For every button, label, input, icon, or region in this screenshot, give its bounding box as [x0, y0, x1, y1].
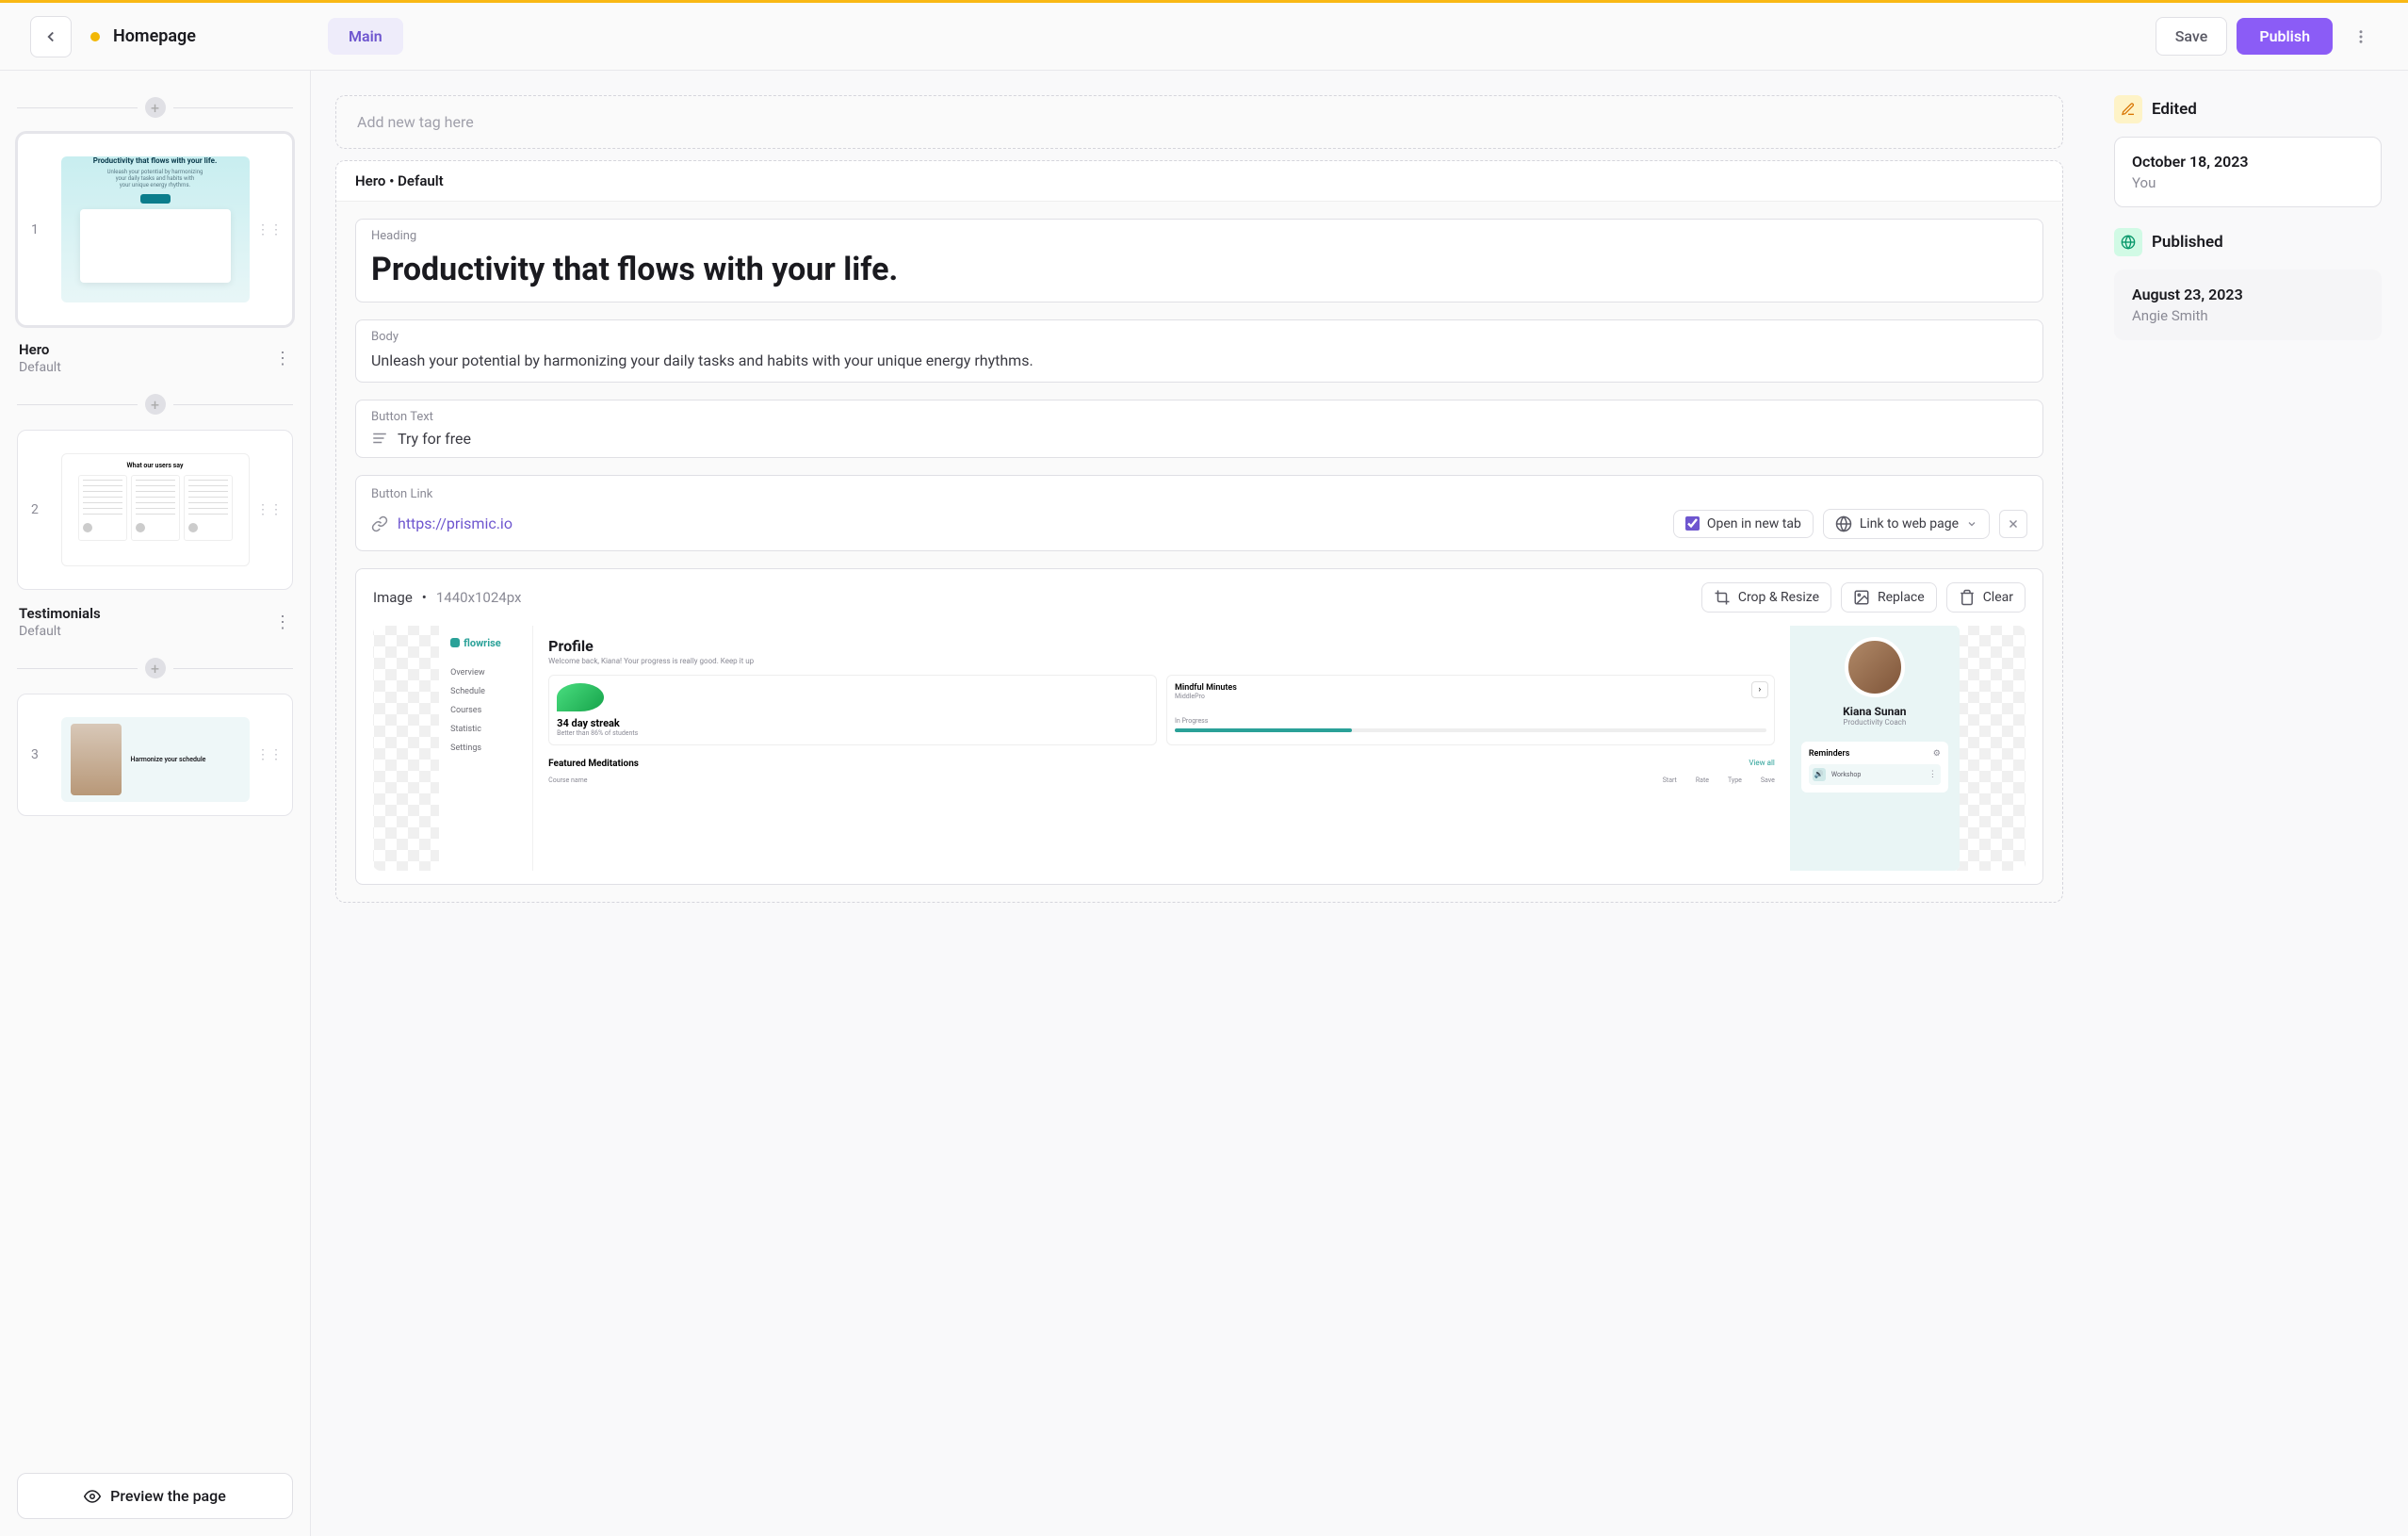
crop-resize-button[interactable]: Crop & Resize	[1701, 582, 1831, 613]
trash-icon	[1959, 589, 1976, 606]
slice-variation: Default	[19, 624, 101, 639]
header-menu-button[interactable]	[2344, 20, 2378, 54]
image-label: Image	[373, 589, 413, 606]
status-dot-edited	[90, 32, 100, 41]
heading-value: Productivity that flows with your life.	[371, 249, 2027, 292]
image-dimensions: 1440x1024px	[436, 589, 522, 606]
header: Homepage Main Save Publish	[0, 3, 2408, 71]
tab-main[interactable]: Main	[328, 18, 403, 55]
slice-name: Hero	[19, 341, 61, 358]
crop-icon	[1714, 589, 1731, 606]
published-date: August 23, 2023	[2132, 286, 2364, 303]
slice-thumbnail: Productivity that flows with your life. …	[61, 156, 250, 302]
add-slice-divider: +	[17, 394, 293, 415]
slice-name: Testimonials	[19, 605, 101, 622]
body-field[interactable]: Body Unleash your potential by harmonizi…	[355, 319, 2043, 383]
published-card[interactable]: August 23, 2023 Angie Smith	[2114, 270, 2382, 340]
slice-number: 2	[31, 502, 39, 517]
pencil-icon	[2114, 95, 2142, 123]
slice-editor-header: Hero • Default	[336, 161, 2062, 202]
edited-label: Edited	[2152, 100, 2197, 119]
sidebar: + 1 Productivity that flows with your li…	[0, 71, 311, 1536]
preview-main: Profile Welcome back, Kiana! Your progre…	[533, 626, 1790, 871]
open-new-tab-toggle[interactable]: Open in new tab	[1673, 510, 1814, 538]
more-vertical-icon	[2352, 28, 2369, 45]
add-slice-button[interactable]: +	[145, 97, 166, 118]
text-lines-icon	[371, 430, 388, 447]
edited-date: October 18, 2023	[2132, 153, 2364, 171]
globe-icon	[1835, 515, 1852, 532]
field-label: Body	[371, 330, 2027, 344]
slice-variation: Default	[19, 360, 61, 375]
published-label: Published	[2152, 233, 2223, 252]
slice-meta: Hero Default ⋮	[17, 337, 293, 379]
save-button[interactable]: Save	[2156, 17, 2228, 56]
page-title: Homepage	[113, 26, 196, 46]
slice-number: 3	[31, 747, 39, 762]
link-type-select[interactable]: Link to web page	[1823, 509, 1990, 539]
rightbar: Edited October 18, 2023 You Published Au…	[2088, 71, 2408, 1536]
image-preview[interactable]: flowrise Overview Schedule Courses Stati…	[373, 626, 2026, 871]
edited-card[interactable]: October 18, 2023 You	[2114, 137, 2382, 207]
body-value: Unleash your potential by harmonizing yo…	[371, 350, 2027, 372]
slice-menu-button[interactable]: ⋮	[274, 613, 291, 632]
link-url[interactable]: https://prismic.io	[398, 515, 1664, 532]
field-label: Heading	[371, 229, 2027, 243]
clear-button[interactable]: Clear	[1946, 582, 2026, 613]
tag-input[interactable]: Add new tag here	[335, 95, 2063, 149]
image-icon	[1853, 589, 1870, 606]
edited-user: You	[2132, 174, 2364, 191]
drag-handle-icon[interactable]: ⋮⋮	[256, 502, 283, 517]
main-editor: Add new tag here Hero • Default Heading …	[311, 71, 2088, 1536]
preview-nav: flowrise Overview Schedule Courses Stati…	[439, 626, 533, 871]
publish-button[interactable]: Publish	[2237, 18, 2333, 55]
open-new-tab-checkbox[interactable]	[1685, 516, 1700, 531]
arrow-left-icon	[42, 28, 59, 45]
field-label: Button Text	[371, 410, 2027, 424]
globe-icon	[2114, 228, 2142, 256]
preview-page-label: Preview the page	[110, 1487, 226, 1505]
button-link-field: Button Link https://prismic.io Open in n…	[355, 475, 2043, 551]
slice-card[interactable]: 2 What our users say ⋮⋮	[17, 430, 293, 590]
add-slice-divider: +	[17, 658, 293, 678]
replace-button[interactable]: Replace	[1841, 582, 1937, 613]
slice-thumbnail: Harmonize your schedule	[61, 717, 250, 802]
drag-handle-icon[interactable]: ⋮⋮	[256, 747, 283, 762]
close-icon	[2007, 517, 2020, 531]
preview-page-button[interactable]: Preview the page	[17, 1473, 293, 1519]
button-text-field[interactable]: Button Text Try for free	[355, 400, 2043, 458]
drag-handle-icon[interactable]: ⋮⋮	[256, 222, 283, 237]
button-text-value: Try for free	[398, 430, 471, 448]
chevron-down-icon	[1966, 518, 1977, 530]
slice-thumbnail: What our users say	[61, 453, 250, 566]
slice-card[interactable]: 3 Harmonize your schedule ⋮⋮	[17, 694, 293, 816]
eye-icon	[84, 1488, 101, 1505]
slice-editor: Hero • Default Heading Productivity that…	[335, 160, 2063, 903]
add-slice-divider: +	[17, 97, 293, 118]
published-user: Angie Smith	[2132, 307, 2364, 324]
field-label: Button Link	[371, 487, 2027, 501]
image-field: Image • 1440x1024px Crop & Resize Replac…	[355, 568, 2043, 885]
clear-link-button[interactable]	[1999, 510, 2027, 538]
slice-number: 1	[31, 222, 39, 237]
add-slice-button[interactable]: +	[145, 394, 166, 415]
slice-meta: Testimonials Default ⋮	[17, 601, 293, 643]
slice-card[interactable]: 1 Productivity that flows with your life…	[17, 133, 293, 326]
layout: + 1 Productivity that flows with your li…	[0, 71, 2408, 1536]
preview-profile: Kiana Sunan Productivity Coach Reminders…	[1790, 626, 1960, 871]
back-button[interactable]	[30, 16, 72, 57]
add-slice-button[interactable]: +	[145, 658, 166, 678]
link-icon	[371, 515, 388, 532]
slice-menu-button[interactable]: ⋮	[274, 349, 291, 368]
heading-field[interactable]: Heading Productivity that flows with you…	[355, 219, 2043, 302]
